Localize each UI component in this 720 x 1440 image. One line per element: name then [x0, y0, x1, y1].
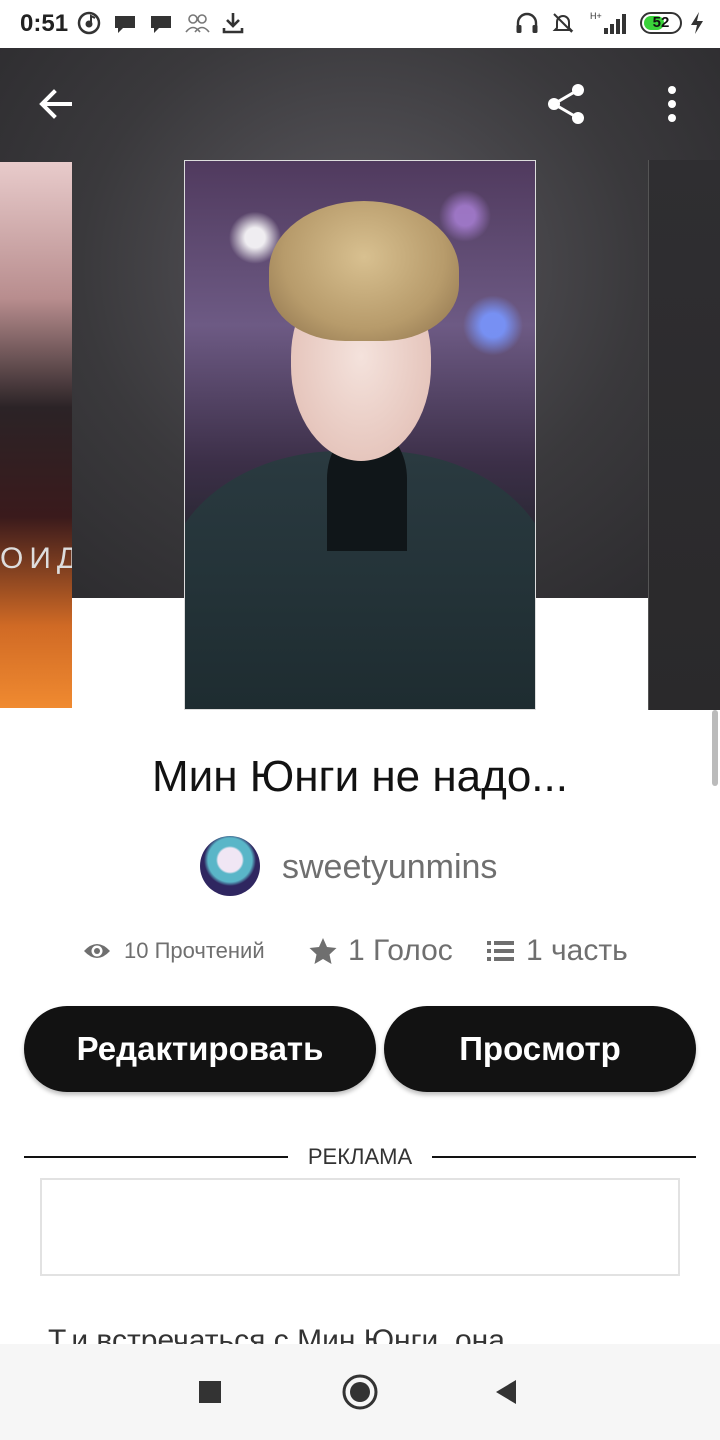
- notifications-muted-icon: [552, 13, 574, 33]
- cover-figure-hair: [269, 201, 459, 341]
- arrow-left-icon[interactable]: [32, 80, 80, 128]
- story-description: Т.и встречаться с Мин Юнги, она: [48, 1324, 505, 1346]
- headphones-icon: [516, 12, 538, 33]
- status-bar: 0:51 H+ 52: [0, 0, 720, 48]
- edit-button[interactable]: Редактировать: [24, 1006, 376, 1092]
- svg-text:H+: H+: [590, 11, 602, 21]
- cover-previous[interactable]: ОИД: [0, 162, 72, 708]
- parts-count: 1 часть: [526, 934, 628, 967]
- ad-label: РЕКЛАМА: [307, 1144, 413, 1169]
- eye-icon: [84, 944, 110, 958]
- battery-level: 52: [652, 14, 670, 31]
- more-vertical-icon[interactable]: [648, 80, 696, 128]
- chat-bubble-icon: [151, 16, 171, 33]
- download-icon: [222, 13, 244, 34]
- system-nav-bar: [0, 1344, 720, 1440]
- reads-count: 10 Прочтений: [124, 938, 265, 963]
- chat-bubble-icon: [115, 16, 135, 33]
- triangle-back-icon[interactable]: [486, 1372, 526, 1412]
- share-icon[interactable]: [542, 80, 590, 128]
- square-icon[interactable]: [190, 1372, 230, 1412]
- story-title: Мин Юнги не надо...: [152, 752, 568, 801]
- charging-icon: [691, 12, 703, 34]
- author-name[interactable]: sweetyunmins: [282, 848, 497, 887]
- story-cover[interactable]: [184, 160, 536, 710]
- signal-icon: H+: [590, 11, 626, 34]
- list-icon: [487, 941, 514, 961]
- ad-divider-right: [432, 1156, 696, 1158]
- battery-icon: 52: [640, 12, 682, 34]
- votes-count: 1 Голос: [348, 934, 453, 967]
- cover-overlay-text: ОИД: [0, 542, 72, 575]
- preview-button[interactable]: Просмотр: [384, 1006, 696, 1092]
- ad-divider-left: [24, 1156, 288, 1158]
- avatar[interactable]: [200, 836, 260, 896]
- music-app-icon: [77, 11, 101, 35]
- star-icon: [309, 938, 337, 964]
- status-time: 0:51: [20, 10, 69, 37]
- ad-banner[interactable]: [40, 1178, 680, 1276]
- circle-icon[interactable]: [340, 1372, 380, 1412]
- cover-next[interactable]: [648, 160, 720, 710]
- contacts-icon: [185, 14, 210, 33]
